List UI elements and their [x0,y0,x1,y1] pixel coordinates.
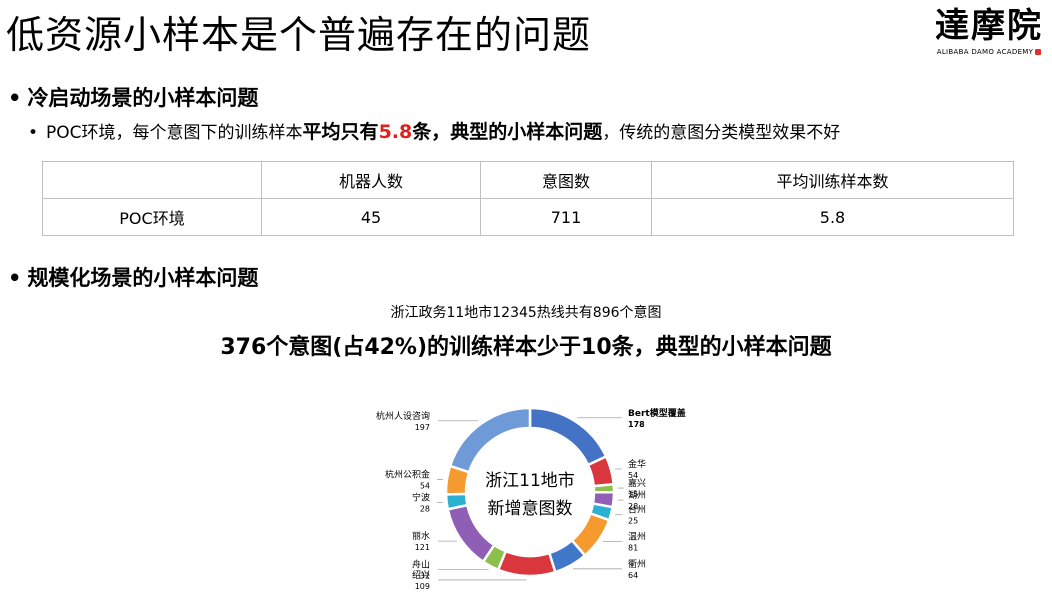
bullet-bold-2: 条，典型的小样本问题 [412,121,603,143]
slice-label: Bert模型覆盖 [628,407,686,419]
section2-heading-text: 规模化场景的小样本问题 [27,266,259,290]
table-header-cell: 平均训练样本数 [651,161,1014,199]
bullet-suffix: ，传统的意图分类模型效果不好 [602,123,841,143]
slice-label: 温州 [628,532,646,543]
donut-slice [444,492,469,511]
table-header-cell [42,161,262,199]
donut-slice [496,549,557,578]
slice-label: 台州 [628,504,646,516]
slice-value: 25 [628,517,638,526]
slice-label: 金华 [628,458,646,470]
slice-value: 54 [420,481,430,490]
logo-chinese: 達摩院 [935,6,1043,46]
slice-label: 舟山 [412,559,430,571]
slice-value: 178 [628,420,645,429]
table-header-row: 机器人数 意图数 平均训练样本数 [42,161,1014,199]
bullet-icon: • [8,86,22,110]
page-title: 低资源小样本是个普遍存在的问题 [6,13,592,57]
bullet-bold-1: 平均只有 [302,121,379,143]
table-cell: 45 [261,198,481,236]
slice-value: 197 [415,423,430,432]
bullet-icon: • [28,123,39,143]
slice-value: 121 [415,543,430,552]
slice-value: 109 [415,582,430,591]
slice-value: 28 [420,504,430,513]
damo-logo: 達摩院 ALIBABA DAMO ACADEMY [934,6,1044,56]
chart-subtitle: 浙江政务11地市12345热线共有896个意图 [390,305,662,321]
section1-heading: • 冷启动场景的小样本问题 [8,82,258,112]
table-header-cell: 机器人数 [261,161,481,199]
logo-english-text: ALIBABA DAMO ACADEMY [936,48,1034,56]
slice-label: 宁波 [412,491,430,503]
chart-headline: 376个意图(占42%)的训练样本少于10条，典型的小样本问题 [220,335,832,360]
slice-label: 衢州 [628,558,646,570]
table-cell: 711 [480,198,652,236]
donut-slice [448,406,532,474]
slice-value: 64 [628,571,638,580]
bullet-highlight: 5.8 [378,121,413,143]
slice-value: 32 [420,572,430,581]
slice-label: 杭州公积金 [385,468,430,480]
logo-english: ALIBABA DAMO ACADEMY [934,48,1044,56]
seal-icon [1035,49,1042,55]
intent-donut-chart: Bert模型覆盖178金华54嘉兴15湖州28台州25温州81衢州64绍兴109… [376,406,686,591]
bullet-prefix: POC环境，每个意图下的训练样本 [46,123,303,143]
bullet-icon: • [8,266,22,290]
donut-center-text: 浙江11地市 [485,471,575,491]
slice-label: 杭州人设咨询 [376,410,430,422]
donut-slice [528,406,608,467]
table-header-cell: 意图数 [480,161,652,199]
section1-bullet: • POC环境，每个意图下的训练样本平均只有5.8条，典型的小样本问题，传统的意图… [28,117,840,144]
table-row: POC环境 45 711 5.8 [42,198,1014,236]
table-cell: 5.8 [651,198,1014,236]
slice-value: 81 [628,544,638,553]
slice-label: 丽水 [412,530,430,542]
donut-center-text: 新增意图数 [488,499,573,519]
section1-heading-text: 冷启动场景的小样本问题 [27,86,259,110]
section2-heading: • 规模化场景的小样本问题 [8,262,258,292]
poc-table: 机器人数 意图数 平均训练样本数 POC环境 45 711 5.8 [42,161,1014,236]
slice-label: 湖州 [628,490,646,501]
table-cell: POC环境 [42,198,262,236]
slice-label: 嘉兴 [628,477,646,489]
